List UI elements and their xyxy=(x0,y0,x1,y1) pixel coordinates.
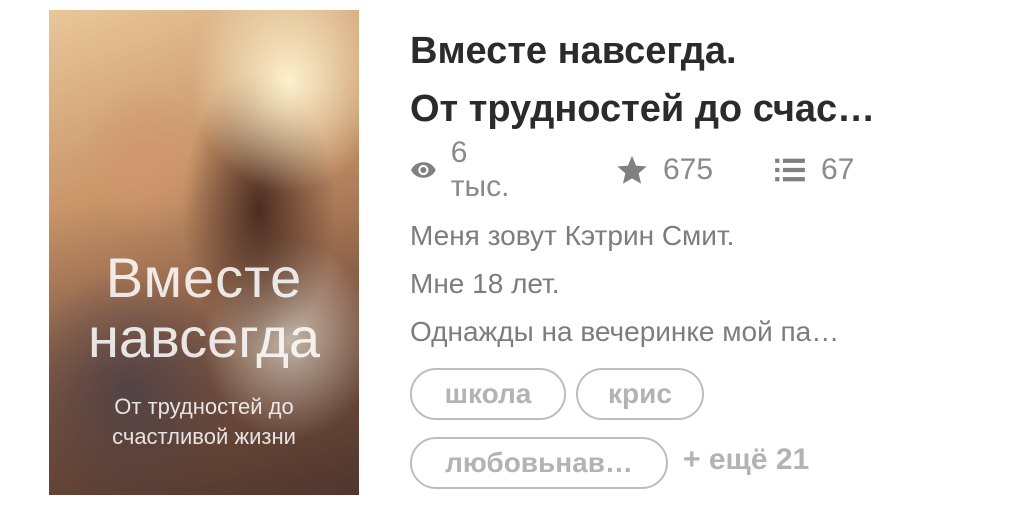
tag-chip[interactable]: крис xyxy=(576,368,704,420)
eye-icon xyxy=(411,162,436,178)
views-count: 6 тыс. xyxy=(450,136,510,203)
chapters-stat: 67 xyxy=(773,150,854,190)
rating-count: 675 xyxy=(663,153,714,186)
cover-title-line1: Вместе xyxy=(105,246,303,309)
list-icon xyxy=(775,158,805,182)
book-title-line2: От трудностей до счас… xyxy=(410,88,876,130)
book-cover-image[interactable]: Вместе навсегда От трудностей до счастли… xyxy=(49,10,359,495)
views-stat: 6 тыс. xyxy=(410,136,517,203)
book-title[interactable]: Вместе навсегда. От трудностей до счас… xyxy=(410,22,990,138)
chapters-count: 67 xyxy=(821,153,855,186)
tag-chip[interactable]: любовьнав… xyxy=(410,437,668,489)
more-tags-link[interactable]: + ещё 21 xyxy=(683,443,809,477)
description-line: Однажды на вечеринке мой па… xyxy=(410,316,840,347)
star-icon xyxy=(617,155,647,184)
cover-title-line2: навсегда xyxy=(87,306,321,369)
cover-subtitle-line1: От трудностей до xyxy=(114,394,294,419)
tag-chip[interactable]: школа xyxy=(410,368,566,420)
book-description[interactable]: Меня зовут Кэтрин Смит. Мне 18 лет. Одна… xyxy=(410,212,970,356)
book-title-line1: Вместе навсегда. xyxy=(410,30,737,72)
cover-subtitle-line2: счастливой жизни xyxy=(112,424,296,449)
description-line: Мне 18 лет. xyxy=(410,268,560,299)
description-line: Меня зовут Кэтрин Смит. xyxy=(410,220,735,251)
rating-stat: 675 xyxy=(615,150,713,190)
book-card[interactable]: Вместе навсегда От трудностей до счастли… xyxy=(0,0,1010,522)
